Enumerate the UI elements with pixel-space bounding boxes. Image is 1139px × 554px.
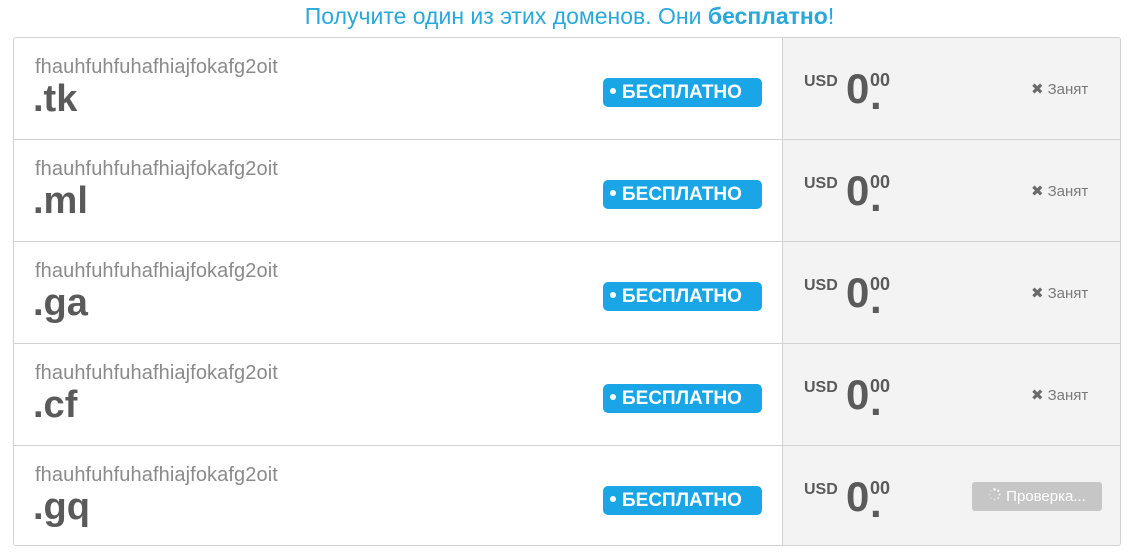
price-currency: USD <box>804 481 838 498</box>
domain-tld: .cf <box>33 384 78 426</box>
status-taken: ✖ Занят <box>1031 80 1088 98</box>
spinner-icon <box>988 482 1001 511</box>
heading-text: Получите один из этих доменов. Они <box>304 3 708 29</box>
domain-cell: fhauhfuhfuhafhiajfokafg2oit .ga БЕСПЛАТН… <box>14 242 782 343</box>
free-badge-label: БЕСПЛАТНО <box>622 490 742 511</box>
status-taken: ✖ Занят <box>1031 284 1088 302</box>
price-cell: USD 0 . 00 ✖ Занят <box>782 140 1120 241</box>
domain-results-table: fhauhfuhfuhafhiajfokafg2oit .tk БЕСПЛАТН… <box>13 37 1121 546</box>
x-icon: ✖ <box>1031 387 1044 404</box>
x-icon: ✖ <box>1031 183 1044 200</box>
heading-free-word: бесплатно <box>707 3 828 29</box>
domain-name: fhauhfuhfuhafhiajfokafg2oit <box>35 464 278 486</box>
price-currency: USD <box>804 175 838 192</box>
status-taken: ✖ Занят <box>1031 182 1088 200</box>
checking-button[interactable]: Проверка... <box>972 482 1102 511</box>
price-cents: 00 <box>870 70 891 90</box>
price-cell: USD 0 . 00 ✖ Занят <box>782 38 1120 139</box>
status-label: Занят <box>1047 183 1089 200</box>
free-badge: БЕСПЛАТНО <box>603 78 762 107</box>
price-cell: USD 0 . 00 ✖ Занят <box>782 344 1120 445</box>
domain-row-ga: fhauhfuhfuhafhiajfokafg2oit .ga БЕСПЛАТН… <box>14 242 1120 344</box>
price-cents: 00 <box>870 478 891 498</box>
checking-label: Проверка... <box>1006 488 1086 505</box>
domain-row-tk: fhauhfuhfuhafhiajfokafg2oit .tk БЕСПЛАТН… <box>14 38 1120 140</box>
price-cents: 00 <box>870 172 891 192</box>
status-label: Занят <box>1047 81 1089 98</box>
price-integer: 0 <box>846 269 870 316</box>
price-integer: 0 <box>846 371 870 418</box>
bullet-icon <box>610 495 616 502</box>
bullet-icon <box>610 189 616 196</box>
free-badge-label: БЕСПЛАТНО <box>622 388 742 409</box>
price-currency: USD <box>804 73 838 90</box>
domain-name: fhauhfuhfuhafhiajfokafg2oit <box>35 158 278 180</box>
price-cents: 00 <box>870 376 891 396</box>
domain-cell: fhauhfuhfuhafhiajfokafg2oit .tk БЕСПЛАТН… <box>14 38 782 139</box>
bullet-icon <box>610 291 616 298</box>
free-badge: БЕСПЛАТНО <box>603 180 762 209</box>
price-cell: USD 0 . 00 ✖ Занят <box>782 242 1120 343</box>
free-badge: БЕСПЛАТНО <box>603 486 762 515</box>
status-taken: ✖ Занят <box>1031 386 1088 404</box>
domain-cell: fhauhfuhfuhafhiajfokafg2oit .cf БЕСПЛАТН… <box>14 344 782 445</box>
free-badge-label: БЕСПЛАТНО <box>622 82 742 103</box>
price-integer: 0 <box>846 473 870 520</box>
domain-tld: .ml <box>33 180 88 222</box>
x-icon: ✖ <box>1031 285 1044 302</box>
domain-cell: fhauhfuhfuhafhiajfokafg2oit .gq БЕСПЛАТН… <box>14 446 782 545</box>
domain-tld: .ga <box>33 282 88 324</box>
price-currency: USD <box>804 379 838 396</box>
page-heading: Получите один из этих доменов. Они беспл… <box>0 0 1139 34</box>
free-badge-label: БЕСПЛАТНО <box>622 184 742 205</box>
free-badge: БЕСПЛАТНО <box>603 384 762 413</box>
bullet-icon <box>610 87 616 94</box>
domain-name: fhauhfuhfuhafhiajfokafg2oit <box>35 56 278 78</box>
price-cents: 00 <box>870 274 891 294</box>
domain-tld: .tk <box>33 78 78 120</box>
status-label: Занят <box>1047 387 1089 404</box>
heading-exclamation: ! <box>827 3 835 29</box>
price-integer: 0 <box>846 65 870 112</box>
x-icon: ✖ <box>1031 81 1044 98</box>
free-badge-label: БЕСПЛАТНО <box>622 286 742 307</box>
status-label: Занят <box>1047 285 1089 302</box>
free-badge: БЕСПЛАТНО <box>603 282 762 311</box>
price-cell: USD 0 . 00 Проверка... <box>782 446 1120 545</box>
domain-row-cf: fhauhfuhfuhafhiajfokafg2oit .cf БЕСПЛАТН… <box>14 344 1120 446</box>
domain-row-gq: fhauhfuhfuhafhiajfokafg2oit .gq БЕСПЛАТН… <box>14 446 1120 545</box>
domain-row-ml: fhauhfuhfuhafhiajfokafg2oit .ml БЕСПЛАТН… <box>14 140 1120 242</box>
domain-cell: fhauhfuhfuhafhiajfokafg2oit .ml БЕСПЛАТН… <box>14 140 782 241</box>
bullet-icon <box>610 393 616 400</box>
domain-name: fhauhfuhfuhafhiajfokafg2oit <box>35 260 278 282</box>
price-currency: USD <box>804 277 838 294</box>
domain-name: fhauhfuhfuhafhiajfokafg2oit <box>35 362 278 384</box>
domain-tld: .gq <box>33 486 90 528</box>
price-integer: 0 <box>846 167 870 214</box>
